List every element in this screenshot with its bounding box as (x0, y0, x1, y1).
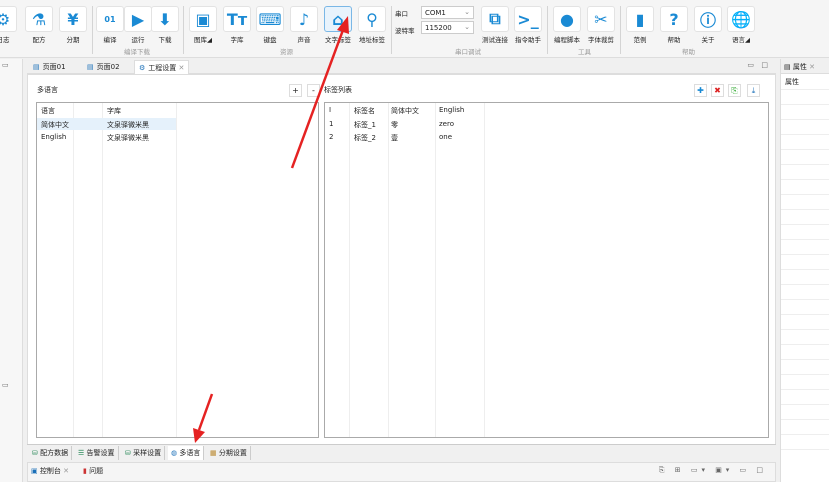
red-arrow-annotation (193, 393, 214, 443)
red-arrow-annotation (290, 16, 349, 169)
annotation-arrows (193, 16, 349, 443)
